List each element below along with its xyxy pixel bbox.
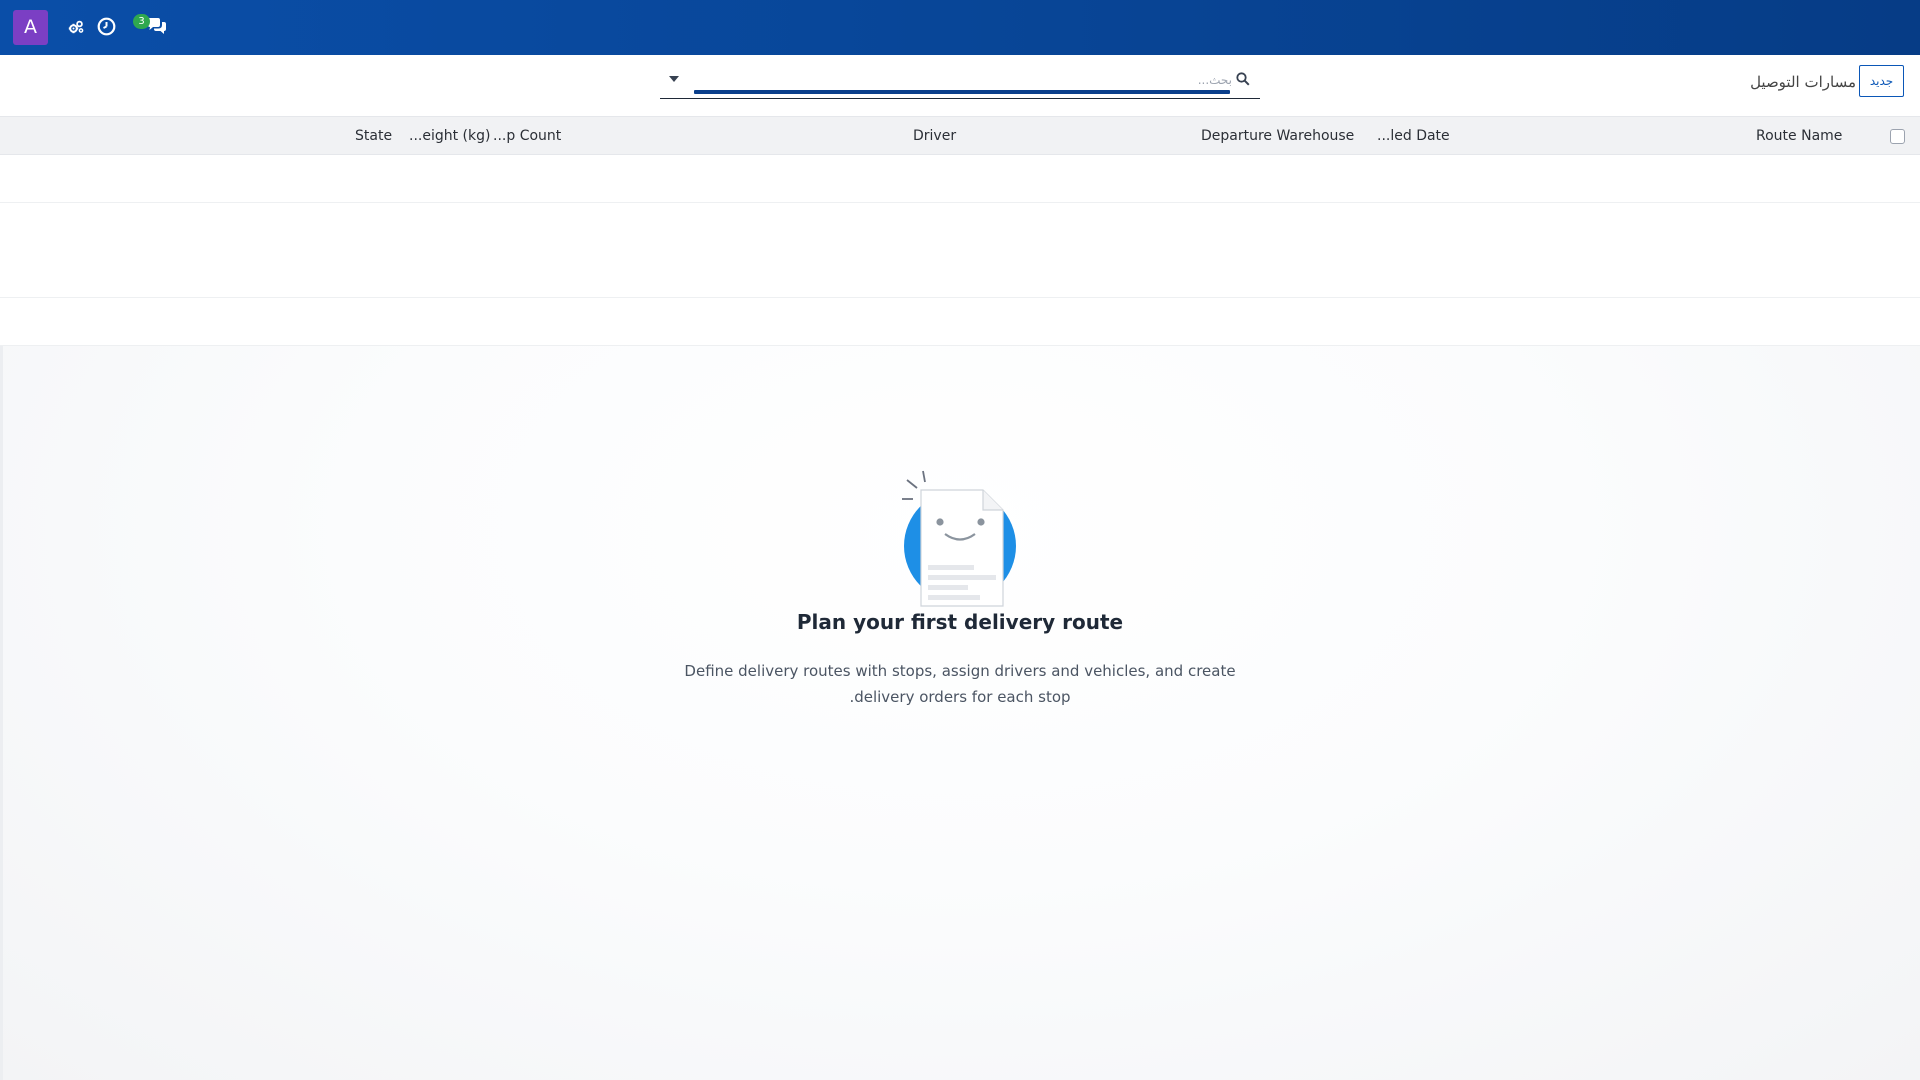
list-row-placeholder: [0, 155, 1920, 203]
column-header-route-name[interactable]: Route Name: [1756, 117, 1842, 155]
smiling-document-icon: [895, 470, 1025, 614]
column-header-state[interactable]: State: [355, 117, 392, 155]
empty-state-description-line: Define delivery routes with stops, assig…: [684, 662, 1236, 680]
top-navbar: A 3: [0, 0, 1920, 55]
list-row-placeholder: [0, 250, 1920, 298]
user-avatar[interactable]: A: [13, 10, 48, 45]
control-panel: جديد مسارات التوصيل: [0, 55, 1920, 117]
messages-count-badge: 3: [133, 14, 150, 29]
list-header: Route Name ...led Date Departure Warehou…: [0, 117, 1920, 155]
empty-state-area: [0, 346, 1920, 1080]
search-icon[interactable]: [1236, 71, 1250, 90]
column-header-weight[interactable]: ...eight (kg): [409, 117, 490, 155]
column-header-driver[interactable]: Driver: [913, 117, 956, 155]
empty-state-description: Define delivery routes with stops, assig…: [660, 658, 1260, 710]
breadcrumb: مسارات التوصيل: [1750, 73, 1856, 91]
search-options-toggle[interactable]: [664, 69, 684, 89]
list-row-placeholder: [0, 203, 1920, 251]
clock-icon[interactable]: [97, 17, 116, 36]
select-all-checkbox[interactable]: [1890, 129, 1905, 144]
empty-state-title: Plan your first delivery route: [796, 610, 1124, 634]
search-input[interactable]: [694, 69, 1232, 91]
search-bar: [660, 65, 1260, 99]
column-header-departure-warehouse[interactable]: Departure Warehouse: [1201, 117, 1354, 155]
settings-cogs-icon[interactable]: [68, 19, 84, 35]
new-button[interactable]: جديد: [1859, 65, 1904, 97]
caret-down-icon: [669, 76, 679, 82]
column-header-stop-count[interactable]: ...p Count: [493, 117, 561, 155]
list-row-placeholder: [0, 298, 1920, 346]
empty-state-description-line: .delivery orders for each stop: [849, 688, 1071, 706]
search-focus-indicator: [694, 90, 1230, 94]
column-header-scheduled-date[interactable]: ...led Date: [1377, 117, 1450, 155]
